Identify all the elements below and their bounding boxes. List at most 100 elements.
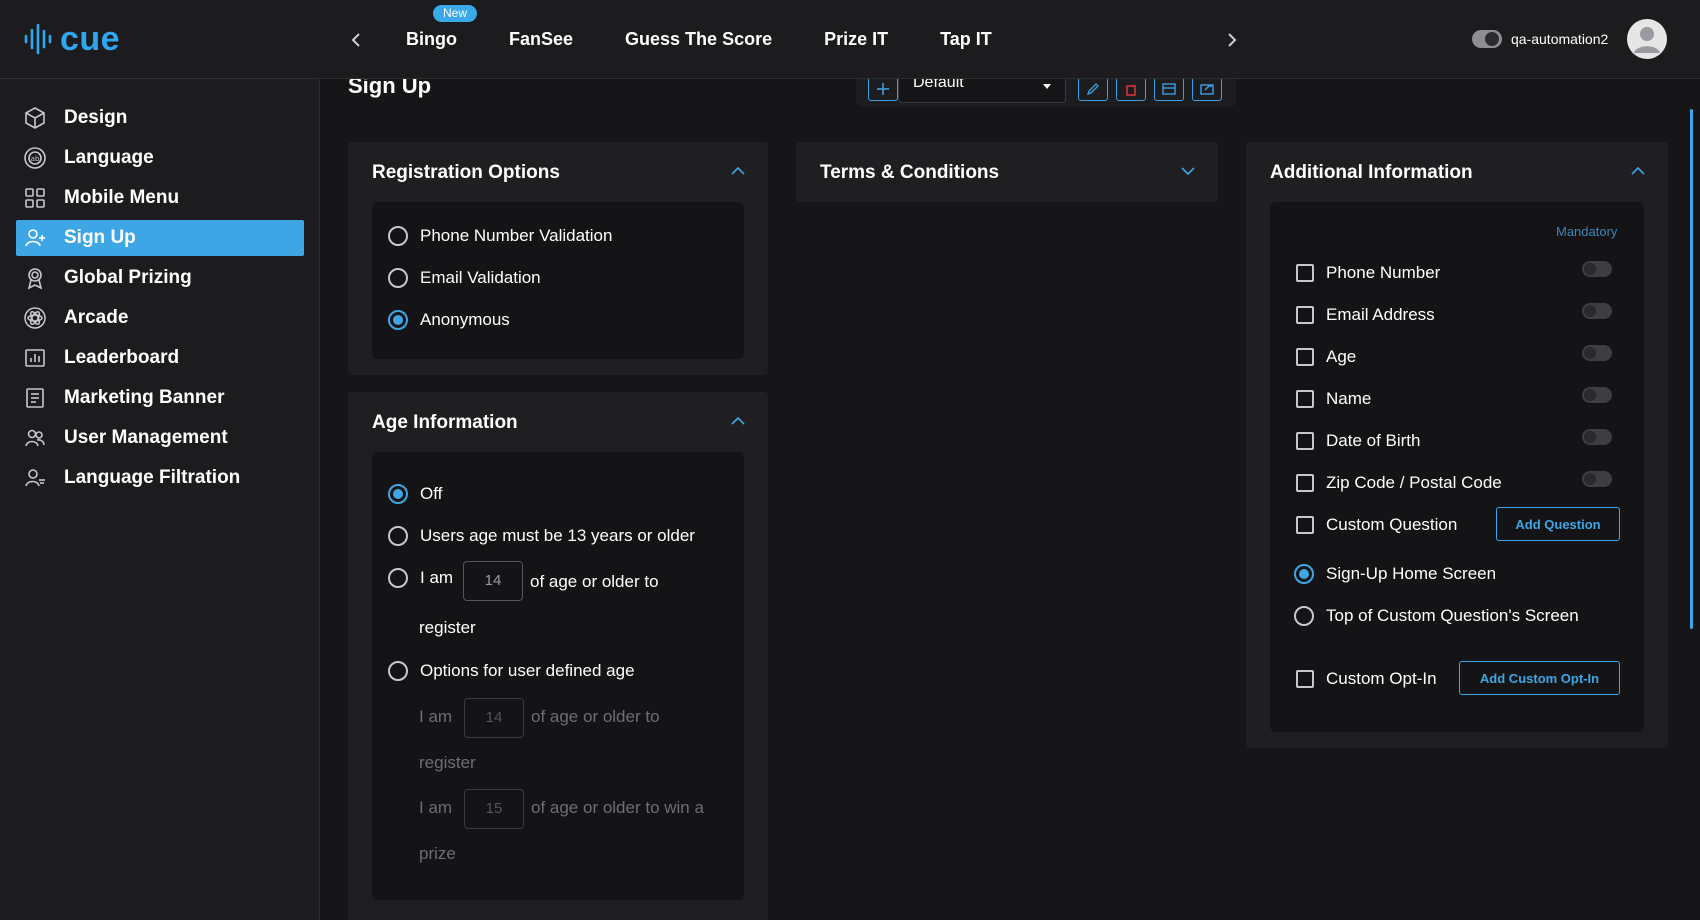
radio-anonymous[interactable]: Anonymous [388,310,510,330]
sidebar-item-label: Marketing Banner [64,387,225,408]
mandatory-toggle-email-address[interactable] [1582,303,1612,319]
sidebar-item-user-management[interactable]: User Management [16,420,304,456]
radio-custom-age[interactable]: I am [388,568,453,588]
sidebar-item-mobile-menu[interactable]: Mobile Menu [16,180,304,216]
radio-sign-up-home-screen[interactable]: Sign-Up Home Screen [1294,564,1496,584]
page-title: Sign Up [348,79,432,98]
add-template-button[interactable] [868,79,898,101]
new-badge: New [433,5,478,22]
switch-knob [1584,431,1596,443]
user-icon [1634,27,1660,53]
add-question-button[interactable]: Add Question [1496,507,1620,541]
checkbox-name[interactable]: Name [1296,389,1371,409]
register-age-input[interactable]: 14 [464,698,524,738]
user-filter-icon [22,465,48,491]
sidebar-item-design[interactable]: Design [16,100,304,136]
checkbox-email-address[interactable]: Email Address [1296,305,1435,325]
radio-top-of-custom-question-screen[interactable]: Top of Custom Question's Screen [1294,606,1579,626]
export-template-button[interactable] [1192,79,1222,101]
checkbox-phone-number[interactable]: Phone Number [1296,263,1440,283]
chevron-left-icon [351,33,360,47]
age-information-header[interactable]: Age Information [348,392,768,452]
tab-guess-the-score[interactable]: Guess The Score [625,29,772,50]
trash-icon [1126,85,1136,96]
radio-age-off[interactable]: Off [388,484,442,504]
cue-logo[interactable]: cue [22,22,120,56]
field-label: Custom Question [1326,515,1458,534]
tab-prize-it[interactable]: Prize IT [824,29,888,50]
sidebar-item-marketing-banner[interactable]: Marketing Banner [16,380,304,416]
nav-prev-button[interactable] [346,28,366,52]
mandatory-label: Mandatory [1556,224,1618,239]
registration-options-panel: Registration Options Phone Number Valida… [348,142,768,375]
field-label: Custom Opt-In [1326,669,1437,688]
radio-phone-number-validation[interactable]: Phone Number Validation [388,226,612,246]
checkbox [1296,516,1314,534]
tab-fansee[interactable]: FanSee [509,29,573,50]
edit-template-button[interactable] [1078,79,1108,101]
language-icon: ab [22,145,48,171]
min-age-input[interactable]: 14 [463,561,523,601]
checkbox-custom-question[interactable]: Custom Question [1296,515,1457,535]
age-information-panel: Age Information Off Users age must be 13… [348,392,768,920]
sidebar-item-sign-up[interactable]: Sign Up [16,220,304,256]
chevron-up-icon[interactable] [1630,164,1646,178]
registration-options-header[interactable]: Registration Options [348,142,768,202]
award-icon [22,265,48,291]
sidebar-item-leaderboard[interactable]: Leaderboard [16,340,304,376]
checkbox-custom-opt-in[interactable]: Custom Opt-In [1296,669,1437,689]
mandatory-toggle-date-of-birth[interactable] [1582,429,1612,445]
prize-label: prize [419,844,456,863]
terms-conditions-panel[interactable]: Terms & Conditions [796,142,1218,202]
tab-bingo[interactable]: Bingo New [406,5,478,50]
delete-template-button[interactable] [1116,79,1146,101]
theme-toggle[interactable] [1472,30,1502,48]
option-label: Options for user defined age [420,661,635,680]
sidebar-item-label: Global Prizing [64,267,192,288]
additional-information-header[interactable]: Additional Information [1246,142,1668,202]
waveform-icon [24,23,52,55]
scrollbar[interactable] [1690,109,1693,629]
checkbox [1296,306,1314,324]
checkbox-date-of-birth[interactable]: Date of Birth [1296,431,1421,451]
sidebar: Design ab Language Mobile Menu Sign Up G… [0,79,320,920]
prize-age-input[interactable]: 15 [464,789,524,829]
radio-button [1294,564,1314,584]
nav-next-button[interactable] [1222,28,1242,52]
sidebar-item-label: Language [64,147,154,168]
avatar[interactable] [1627,19,1667,59]
sidebar-item-language-filtration[interactable]: Language Filtration [16,460,304,496]
mandatory-toggle-phone-number[interactable] [1582,261,1612,277]
sidebar-item-arcade[interactable]: Arcade [16,300,304,336]
checkbox-zip-code[interactable]: Zip Code / Postal Code [1296,473,1502,493]
radio-button [388,526,408,546]
panel-title: Registration Options [372,162,560,183]
template-select[interactable]: Default [898,79,1066,103]
mandatory-toggle-name[interactable] [1582,387,1612,403]
chevron-up-icon[interactable] [730,164,746,178]
radio-email-validation[interactable]: Email Validation [388,268,541,288]
field-label: Phone Number [1326,263,1441,282]
sidebar-item-label: Design [64,107,128,128]
chevron-down-icon[interactable] [1180,164,1196,178]
mandatory-toggle-zip-code[interactable] [1582,471,1612,487]
sidebar-item-language[interactable]: ab Language [16,140,304,176]
radio-age-13-or-older[interactable]: Users age must be 13 years or older [388,526,695,546]
checkbox-age[interactable]: Age [1296,347,1356,367]
chevron-up-icon[interactable] [730,414,746,428]
save-template-button[interactable] [1154,79,1184,101]
add-custom-opt-in-button[interactable]: Add Custom Opt-In [1459,661,1620,695]
plus-icon [877,83,889,95]
sidebar-item-global-prizing[interactable]: Global Prizing [16,260,304,296]
radio-user-defined-age[interactable]: Options for user defined age [388,661,635,681]
caret-down-icon [1043,84,1051,89]
tab-tap-it[interactable]: Tap IT [940,29,992,50]
logo-text: cue [60,20,121,58]
sidebar-item-label: Sign Up [64,227,136,248]
prize-i-am-label: I am [419,798,453,817]
mandatory-toggle-age[interactable] [1582,345,1612,361]
switch-knob [1584,263,1596,275]
option-label: I am [420,568,454,587]
tab-label: Bingo [406,29,457,49]
checkbox [1296,390,1314,408]
